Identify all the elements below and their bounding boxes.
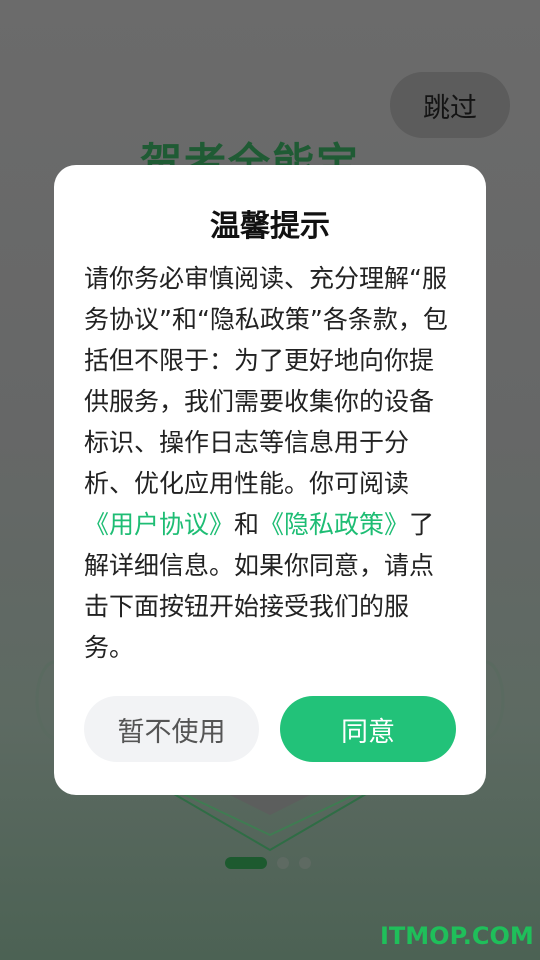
page-indicator-dot [277, 857, 289, 869]
decline-button[interactable]: 暂不使用 [84, 696, 259, 762]
watermark: ITMOP.COM [380, 922, 534, 950]
page-indicator-dot [299, 857, 311, 869]
dialog-body: 请你务必审慎阅读、充分理解“服务协议”和“隐私政策”各条款，包括但不限于：为了更… [84, 258, 456, 668]
user-agreement-link[interactable]: 《用户协议》 [84, 510, 234, 539]
agree-button[interactable]: 同意 [280, 696, 456, 762]
privacy-dialog: 温馨提示 请你务必审慎阅读、充分理解“服务协议”和“隐私政策”各条款，包括但不限… [54, 165, 486, 795]
background-shape [230, 795, 310, 815]
page-indicator-active [225, 857, 267, 869]
skip-button[interactable]: 跳过 [390, 72, 510, 138]
dialog-title: 温馨提示 [210, 209, 330, 244]
dialog-body-and: 和 [234, 510, 260, 539]
page-indicator [225, 857, 311, 869]
privacy-policy-link[interactable]: 《隐私政策》 [259, 510, 409, 539]
dialog-body-text: 请你务必审慎阅读、充分理解“服务协议”和“隐私政策”各条款，包括但不限于：为了更… [84, 264, 448, 498]
splash-screen: 贺者全能宝 跳过 ITMOP.COM 温馨提示 请你务必审慎阅读、充分理解“服务… [0, 0, 540, 960]
